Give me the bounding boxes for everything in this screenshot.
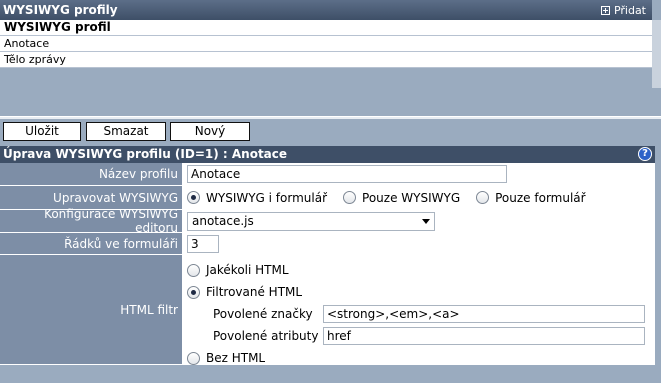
save-button[interactable]: Uložit [3, 122, 81, 141]
edit-mode-radio-group: WYSIWYG i formulář Pouze WYSIWYG Pouze f… [187, 191, 586, 205]
edit-mode-option-form[interactable]: Pouze formulář [476, 190, 586, 205]
name-cell: Anotace [183, 163, 655, 185]
row-config: Konfigurace WYSIWYG editoru anotace.js [0, 207, 655, 235]
filter-option-filtered[interactable]: Filtrované HTML [187, 281, 651, 303]
radio-checked-icon [187, 285, 200, 299]
filter-option-none[interactable]: Bez HTML [187, 347, 651, 369]
list-column-header: WYSIWYG profil [0, 20, 652, 36]
edit-mode-label: Upravovat WYSIWYG [0, 186, 183, 209]
edit-option-label: Pouze formulář [495, 190, 586, 205]
allowed-attrs-row: Povolené atributy href [187, 325, 651, 347]
row-form-rows: Řádků ve formuláři 3 [0, 233, 655, 255]
add-profile-link[interactable]: Přidat [600, 3, 646, 17]
config-label: Konfigurace WYSIWYG editoru [0, 207, 183, 235]
help-icon[interactable]: ? [638, 147, 652, 161]
radio-unchecked-icon [476, 191, 490, 204]
allowed-tags-row: Povolené značky <strong>,<em>,<a> [187, 303, 651, 325]
chevron-down-icon [422, 218, 430, 224]
filter-option-label: Bez HTML [206, 351, 266, 365]
list-item-telo-zpravy[interactable]: Tělo zprávy [0, 52, 652, 68]
add-label: Přidat [613, 3, 646, 17]
profile-list-panel: WYSIWYG profily Přidat WYSIWYG profil An… [0, 0, 652, 68]
edit-option-label: Pouze WYSIWYG [362, 190, 461, 205]
html-filter-options: Jakékoli HTML Filtrované HTML Povolené z… [183, 255, 655, 365]
list-header: WYSIWYG profily Přidat [0, 0, 652, 20]
rows-label: Řádků ve formuláři [0, 233, 183, 254]
radio-unchecked-icon [343, 191, 357, 204]
form-title: Úprava WYSIWYG profilu (ID=1) : Anotace [3, 147, 288, 161]
profile-form: Název profilu Anotace Upravovat WYSIWYG … [0, 163, 655, 365]
allowed-tags-label: Povolené značky [213, 307, 313, 321]
config-cell: anotace.js [183, 210, 655, 232]
form-title-bar: Úprava WYSIWYG profilu (ID=1) : Anotace … [0, 146, 655, 163]
allowed-attrs-input[interactable]: href [323, 327, 645, 345]
plus-icon [600, 5, 610, 15]
filter-option-label: Jakékoli HTML [206, 263, 289, 277]
edit-mode-option-both[interactable]: WYSIWYG i formulář [187, 191, 327, 205]
delete-button[interactable]: Smazat [86, 122, 166, 141]
allowed-attrs-label: Povolené atributy [213, 329, 319, 343]
config-value: anotace.js [192, 214, 254, 228]
edit-mode-cell: WYSIWYG i formulář Pouze WYSIWYG Pouze f… [183, 186, 655, 209]
config-select[interactable]: anotace.js [187, 211, 435, 231]
filter-option-any[interactable]: Jakékoli HTML [187, 259, 651, 281]
row-name: Název profilu Anotace [0, 163, 655, 186]
html-filter-label: HTML filtr [0, 255, 183, 364]
edit-option-label: WYSIWYG i formulář [206, 190, 328, 205]
new-button[interactable]: Nový [170, 122, 250, 141]
radio-checked-icon [187, 191, 200, 204]
filter-option-label: Filtrované HTML [206, 285, 303, 299]
rows-cell: 3 [183, 233, 655, 254]
row-html-filter: HTML filtr Jakékoli HTML Filtrované HTML… [0, 255, 655, 365]
radio-unchecked-icon [187, 351, 200, 365]
radio-unchecked-icon [187, 263, 200, 277]
allowed-tags-input[interactable]: <strong>,<em>,<a> [323, 305, 645, 323]
rows-input[interactable]: 3 [187, 234, 219, 253]
list-item-anotace[interactable]: Anotace [0, 36, 652, 52]
name-input[interactable]: Anotace [187, 165, 507, 183]
section-divider [0, 116, 661, 119]
edit-mode-option-wysiwyg[interactable]: Pouze WYSIWYG [343, 191, 460, 205]
name-label: Název profilu [0, 163, 183, 185]
list-title: WYSIWYG profily [3, 3, 118, 17]
list-scrollbar[interactable] [652, 20, 661, 88]
